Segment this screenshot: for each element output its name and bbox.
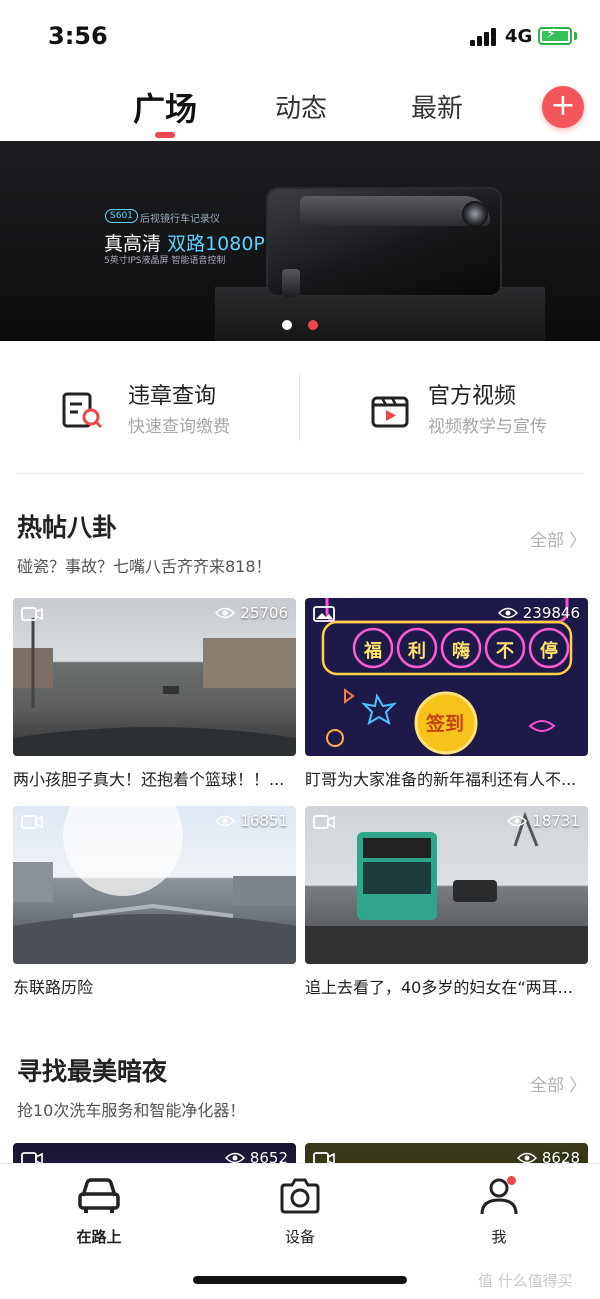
view-count-value: 16851 [240,812,288,830]
view-count: 25706 [215,604,288,622]
camera-icon [280,1178,320,1214]
section-title-hot-posts: 热帖八卦 [17,513,118,542]
banner-model-badge: S601 [105,209,138,223]
video-type-icon [21,815,43,829]
banner-title-plain: 真高清 [104,233,162,255]
post-thumbnail: 25706 [13,598,296,756]
neon-char: 嗨 [452,641,470,662]
quick-entry-subtitle: 视频教学与宣传 [428,417,547,437]
banner-desc: 5英寸IPS液晶屏 智能语音控制 [104,256,226,266]
post-thumbnail: 8652 [13,1143,296,1163]
status-bar: 3:56 4G ⚡ [0,0,600,72]
banner-page-dot-2[interactable] [308,320,318,330]
top-tabs: 广场 动态 最新 [0,80,600,140]
post-thumbnail: 16851 [13,806,296,964]
quick-entry-official-video[interactable]: 官方视频 视频教学与宣传 [368,370,584,450]
banner-page-dot-1[interactable] [282,320,292,330]
post-thumbnail: 福 利 嗨 不 停 签到 239846 [305,598,588,756]
camera-lens-icon [462,201,488,227]
nav-label: 在路上 [76,1228,122,1246]
rear-camera-icon [282,269,300,297]
view-count-value: 25706 [240,604,288,622]
view-count-value: 8628 [541,1149,580,1163]
nav-item-me[interactable]: 我 [439,1176,559,1247]
notification-dot [507,1176,516,1185]
video-type-icon [313,815,335,829]
quick-entry-violation[interactable]: 违章查询 快速查询缴费 [60,370,290,450]
neon-char: 利 [408,641,426,662]
nav-label: 我 [491,1228,507,1246]
section-subtitle-night: 抢10次洗车服务和智能净化器！ [17,1101,246,1120]
section-title-night: 寻找最美暗夜 [17,1057,168,1086]
cellular-signal-icon [470,28,500,46]
section-subtitle-hot-posts: 碰瓷？事故？七嘴八舌齐齐来818！ [17,557,272,576]
neon-sign-in-text: 签到 [426,713,465,735]
neon-char: 不 [496,641,514,662]
watermark: 值 什么值得买 [478,1272,573,1290]
view-count: 8628 [516,1149,580,1163]
quick-entry-title: 违章查询 [128,384,217,409]
quick-entry-divider [299,373,300,441]
view-count: 16851 [215,812,288,830]
tab-dynamics[interactable]: 动态 [275,88,327,125]
video-type-icon [313,1152,335,1163]
status-time: 3:56 [48,22,108,50]
banner-title: 真高清 双路1080P [104,229,265,256]
add-post-button[interactable]: + [542,86,584,128]
neon-char: 福 [364,641,382,662]
image-type-icon [313,606,335,622]
video-clapper-icon [371,396,409,428]
view-all-hot-posts-link[interactable]: 全部 〉 [530,526,586,551]
home-indicator[interactable] [193,1276,407,1284]
plus-icon: + [550,88,576,123]
eye-icon [497,607,518,619]
view-count-value: 18731 [532,812,580,830]
car-icon [78,1178,120,1213]
eye-icon [215,607,236,619]
quick-entry-subtitle: 快速查询缴费 [128,417,230,437]
post-caption: 追上去看了，40多岁的妇女在“两耳... [305,978,573,997]
post-card[interactable]: 8652 [13,1143,296,1163]
post-card[interactable]: 8628 [305,1143,588,1163]
post-thumbnail: 18731 [305,806,588,964]
post-thumbnail: 8628 [305,1143,588,1163]
nav-item-on-road[interactable]: 在路上 [39,1176,159,1247]
promo-banner[interactable]: S601 后视镜行车记录仪 真高清 双路1080P 5英寸IPS液晶屏 智能语音… [0,141,600,341]
banner-subtitle: 后视镜行车记录仪 [140,214,220,225]
network-type: 4G [505,26,533,47]
post-caption: 东联路历险 [13,978,94,997]
violation-search-icon [62,392,103,429]
video-type-icon [21,1152,43,1163]
nav-label: 设备 [284,1228,315,1246]
eye-icon [507,815,528,827]
banner-title-highlight: 双路1080P [167,233,265,255]
eye-icon [516,1152,537,1163]
neon-char: 停 [540,641,558,662]
tab-latest[interactable]: 最新 [411,88,463,125]
eye-icon [215,815,236,827]
active-tab-indicator [155,132,175,138]
post-caption: 盯哥为大家准备的新年福利还有人不... [305,770,577,789]
post-caption: 两小孩胆子真大！还抱着个篮球！！... [13,770,285,789]
view-all-night-link[interactable]: 全部 〉 [530,1071,586,1096]
quick-entry-title: 官方视频 [428,384,517,409]
battery-tip [574,32,577,40]
nav-item-device[interactable]: 设备 [240,1176,360,1247]
video-type-icon [21,607,43,621]
banner-product-platform [215,287,545,341]
eye-icon [224,1152,245,1163]
view-count: 8652 [224,1149,288,1163]
section-divider [16,473,584,474]
tab-square[interactable]: 广场 [133,84,197,130]
view-count: 239846 [497,604,580,622]
battery-icon: ⚡ [538,26,572,45]
view-count: 18731 [507,812,580,830]
view-count-value: 8652 [249,1149,288,1163]
view-count-value: 239846 [522,604,580,622]
